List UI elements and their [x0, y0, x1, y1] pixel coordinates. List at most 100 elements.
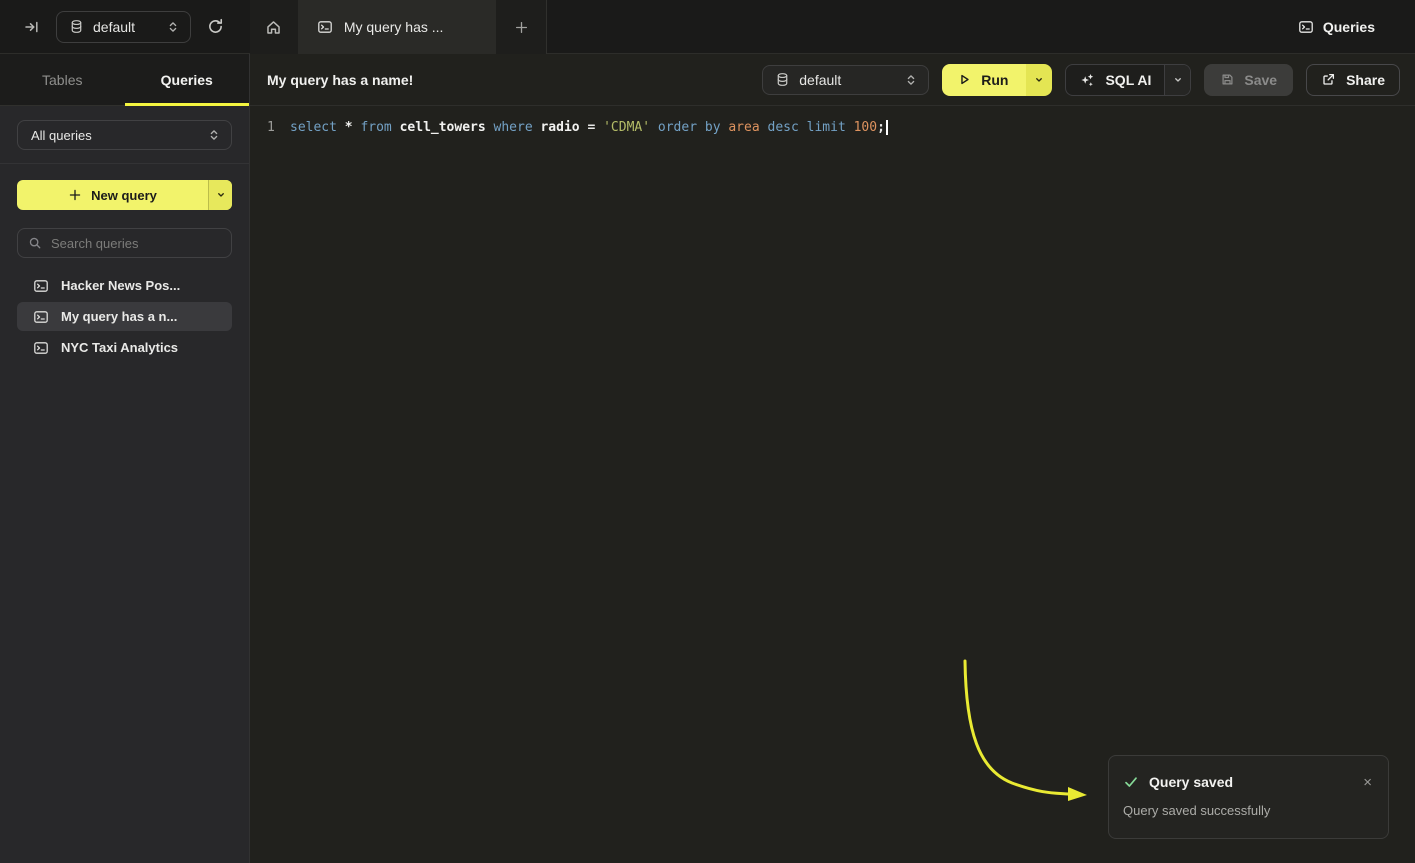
- tab-queries[interactable]: Queries: [125, 54, 250, 105]
- collapse-sidebar-icon: [24, 19, 40, 35]
- query-terminal-icon: [33, 340, 49, 356]
- query-terminal-icon: [33, 278, 49, 294]
- sql-token: *: [345, 120, 361, 135]
- sql-ai-label: SQL AI: [1105, 72, 1151, 88]
- ai-sparkles-icon: [1079, 72, 1095, 88]
- query-list-item-my-query[interactable]: My query has a n...: [17, 302, 232, 331]
- top-bar-left: default: [0, 11, 250, 43]
- toast-message: Query saved successfully: [1123, 803, 1374, 818]
- sql-token: order by: [658, 120, 728, 135]
- home-icon: [265, 19, 282, 36]
- sql-ai-button-group: SQL AI: [1065, 64, 1191, 96]
- new-query-dropdown-caret[interactable]: [208, 180, 232, 210]
- chevron-up-down-icon: [166, 20, 180, 34]
- sql-token: ;: [877, 120, 885, 135]
- run-button-group: Run: [942, 64, 1052, 96]
- queries-label: Queries: [1323, 19, 1375, 35]
- editor-database-value: default: [799, 72, 895, 88]
- query-list-item-hacker-news[interactable]: Hacker News Pos...: [17, 271, 232, 300]
- refresh-icon: [207, 18, 224, 35]
- query-list: Hacker News Pos... My query has a n...: [17, 271, 232, 362]
- database-icon: [69, 19, 84, 34]
- sql-token: cell_towers: [400, 120, 494, 135]
- tab-my-query[interactable]: My query has ...: [298, 0, 496, 54]
- topbar-database-selector[interactable]: default: [56, 11, 191, 43]
- search-icon: [28, 236, 42, 250]
- query-item-label: NYC Taxi Analytics: [61, 340, 178, 355]
- chevron-down-icon: [1172, 74, 1184, 86]
- sidebar-body: All queries New query: [0, 106, 249, 362]
- line-number: 1: [267, 118, 281, 138]
- sql-token: limit: [807, 120, 854, 135]
- toast-close-button[interactable]: ×: [1361, 775, 1374, 790]
- plus-icon: [68, 188, 82, 202]
- sidebar-divider: [0, 163, 249, 164]
- run-label: Run: [981, 72, 1008, 88]
- success-check-icon: [1123, 774, 1139, 790]
- toast-header: Query saved ×: [1123, 774, 1374, 790]
- query-item-label: Hacker News Pos...: [61, 278, 180, 293]
- toast-title: Query saved: [1149, 774, 1233, 790]
- editor-header-controls: default Run: [762, 64, 1400, 96]
- query-filter-value: All queries: [31, 128, 92, 143]
- new-query-label: New query: [91, 188, 157, 203]
- share-label: Share: [1346, 72, 1385, 88]
- query-terminal-icon: [317, 19, 333, 35]
- chevron-down-icon: [1033, 74, 1045, 86]
- save-label: Save: [1244, 72, 1277, 88]
- sql-token: from: [360, 120, 399, 135]
- play-icon: [957, 72, 972, 87]
- active-tab-underline: [125, 103, 250, 106]
- editor-database-selector[interactable]: default: [762, 65, 929, 95]
- run-options-caret[interactable]: [1026, 64, 1052, 96]
- share-icon: [1321, 72, 1336, 87]
- chevron-up-down-icon: [904, 73, 918, 87]
- sql-code: select * from cell_towers where radio = …: [290, 118, 888, 138]
- toast-query-saved: Query saved × Query saved successfully: [1108, 755, 1389, 839]
- tab-strip: My query has ...: [250, 0, 547, 54]
- save-button[interactable]: Save: [1204, 64, 1293, 96]
- sidebar-collapse-button[interactable]: [24, 19, 40, 35]
- query-list-item-nyc-taxi[interactable]: NYC Taxi Analytics: [17, 333, 232, 362]
- search-queries-input[interactable]: [51, 236, 227, 251]
- query-filter-dropdown[interactable]: All queries: [17, 120, 232, 150]
- sql-token: area: [728, 120, 767, 135]
- sidebar: Tables Queries All queries New query: [0, 54, 250, 863]
- tab-tables[interactable]: Tables: [0, 54, 125, 105]
- new-query-main[interactable]: New query: [17, 180, 208, 210]
- sql-token: select: [290, 120, 345, 135]
- topbar-queries-link[interactable]: Queries: [1298, 19, 1375, 35]
- sql-token: 'CDMA': [603, 120, 658, 135]
- search-queries-box: [17, 228, 232, 258]
- home-tab[interactable]: [250, 0, 298, 54]
- database-icon: [775, 72, 790, 87]
- sql-ai-button[interactable]: SQL AI: [1066, 65, 1164, 95]
- annotation-arrow: [250, 54, 1415, 863]
- main-panel: My query has a name! default: [250, 54, 1415, 863]
- sql-token: where: [494, 120, 541, 135]
- sql-token: radio: [540, 120, 587, 135]
- topbar-database-value: default: [93, 19, 157, 35]
- query-terminal-icon: [33, 309, 49, 325]
- refresh-button[interactable]: [207, 18, 224, 35]
- run-button[interactable]: Run: [942, 64, 1026, 96]
- code-line-1[interactable]: 1 select * from cell_towers where radio …: [250, 118, 1415, 138]
- sql-token: 100: [854, 120, 877, 135]
- sql-editor[interactable]: 1 select * from cell_towers where radio …: [250, 106, 1415, 138]
- chevron-up-down-icon: [207, 128, 221, 142]
- editor-header: My query has a name! default: [250, 54, 1415, 106]
- new-query-button[interactable]: New query: [17, 180, 232, 210]
- text-cursor: [886, 120, 888, 135]
- new-tab-button[interactable]: [496, 0, 546, 54]
- query-item-label: My query has a n...: [61, 309, 177, 324]
- sql-token: desc: [768, 120, 807, 135]
- share-button[interactable]: Share: [1306, 64, 1400, 96]
- top-bar: default: [0, 0, 1415, 54]
- query-title: My query has a name!: [267, 72, 413, 88]
- sql-ai-caret[interactable]: [1164, 65, 1190, 95]
- save-floppy-icon: [1220, 72, 1235, 87]
- queries-terminal-icon: [1298, 19, 1314, 35]
- tab-label: My query has ...: [344, 19, 444, 35]
- sidebar-tabs: Tables Queries: [0, 54, 249, 106]
- plus-icon: [514, 20, 529, 35]
